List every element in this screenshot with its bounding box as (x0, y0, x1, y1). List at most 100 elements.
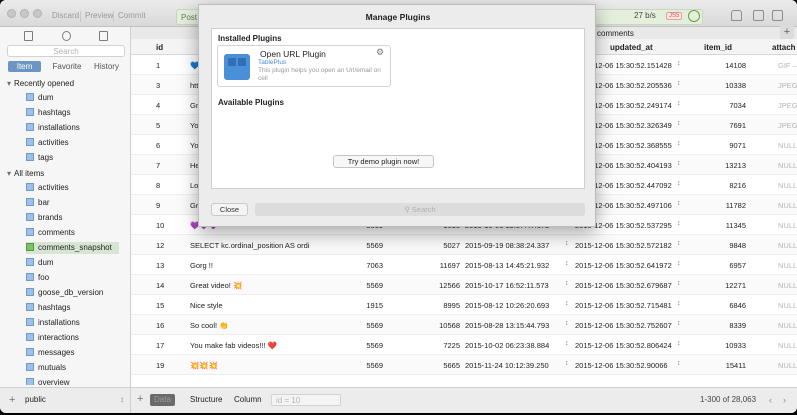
recently-opened-group[interactable]: Recently opened (7, 79, 74, 88)
table-cell-c3[interactable]: 11697 (420, 261, 460, 270)
table-cell-id[interactable]: 17 (156, 341, 176, 350)
table-cell-id[interactable]: 13 (156, 261, 176, 270)
column-header-updated-at[interactable]: updated_at (610, 43, 653, 52)
table-row[interactable]: 17 You make fab videos!!! ❤️ 5569 7225 2015-… (131, 335, 797, 355)
table-cell-c4[interactable]: 2015-08-12 10:26:20.693 (465, 301, 553, 310)
table-cell-c2[interactable]: 5569 (343, 341, 383, 350)
tab-data[interactable]: Data (150, 394, 175, 406)
table-cell-item[interactable]: 14108 (706, 61, 746, 70)
all-items-group[interactable]: All items (7, 169, 44, 178)
table-cell-c1[interactable]: So cool! 👏 (190, 321, 310, 330)
sidebar-item-comments[interactable]: comments (26, 227, 75, 239)
sidebar-item-activities[interactable]: activities (26, 137, 69, 149)
tab-history[interactable]: History (90, 61, 123, 72)
table-cell-id[interactable]: 1 (156, 61, 176, 70)
table-cell-item[interactable]: 12271 (706, 281, 746, 290)
table-cell-id[interactable]: 8 (156, 181, 176, 190)
table-cell-att[interactable]: NULL (778, 141, 797, 150)
table-cell-att[interactable]: JPEG – 74 KB (778, 121, 797, 130)
stepper-icon[interactable]: ↕ (565, 300, 569, 307)
table-cell-upd[interactable]: 2015-12-06 15:30:52.715481 (575, 301, 693, 310)
calendar-icon[interactable] (24, 31, 33, 41)
table-cell-id[interactable]: 10 (156, 221, 176, 230)
table-cell-item[interactable]: 7034 (706, 101, 746, 110)
lock-icon[interactable] (731, 10, 742, 21)
discard-button[interactable]: Discard (52, 11, 79, 20)
table-cell-c4[interactable]: 2015-10-17 16:52:11.573 (465, 281, 553, 290)
table-cell-c3[interactable]: 7225 (420, 341, 460, 350)
table-cell-c2[interactable]: 1915 (343, 301, 383, 310)
minimize-window-button[interactable] (20, 9, 29, 18)
sidebar-item-goose-db-version[interactable]: goose_db_version (26, 287, 103, 299)
sidebar-item-brands[interactable]: brands (26, 212, 62, 224)
table-cell-att[interactable]: NULL (778, 241, 797, 250)
table-row[interactable]: 15 Nice style 1915 8995 2015-08-12 10:26:20.… (131, 295, 797, 315)
table-cell-c2[interactable]: 7063 (343, 261, 383, 270)
panel-toggle-icon[interactable] (772, 10, 783, 21)
stepper-icon[interactable]: ↕ (677, 340, 681, 347)
add-icon[interactable]: + (9, 394, 15, 406)
table-cell-item[interactable]: 9071 (706, 141, 746, 150)
terminal-icon[interactable] (99, 31, 108, 41)
stepper-icon[interactable]: ↕ (677, 220, 681, 227)
schema-select[interactable]: public (22, 394, 127, 406)
table-cell-c4[interactable]: 2015-08-13 14:45:21.932 (465, 261, 553, 270)
table-cell-att[interactable]: NULL (778, 281, 797, 290)
table-cell-c1[interactable]: Great video! 💥 (190, 281, 310, 290)
table-cell-item[interactable]: 10338 (706, 81, 746, 90)
sidebar-item-overview[interactable]: overview (26, 377, 70, 385)
table-cell-att[interactable]: NULL (778, 221, 797, 230)
sidebar-item-mutuals[interactable]: mutuals (26, 362, 66, 374)
stepper-icon[interactable]: ↕ (565, 280, 569, 287)
table-cell-item[interactable]: 8216 (706, 181, 746, 190)
zoom-window-button[interactable] (33, 9, 42, 18)
tab-item[interactable]: Item (8, 61, 41, 72)
stepper-icon[interactable]: ↕ (677, 280, 681, 287)
table-cell-upd[interactable]: 2015-12-06 15:30:52.752607 (575, 321, 693, 330)
stepper-icon[interactable]: ↕ (565, 320, 569, 327)
plugin-search-input[interactable]: ⚲ Search (255, 203, 585, 216)
tab-comments[interactable]: comments (597, 29, 634, 38)
stepper-icon[interactable]: ↕ (677, 360, 681, 367)
stepper-icon[interactable]: ↕ (677, 60, 681, 67)
table-cell-item[interactable]: 8339 (706, 321, 746, 330)
sidebar-item-activities[interactable]: activities (26, 182, 69, 194)
table-cell-att[interactable]: NULL (778, 261, 797, 270)
table-cell-item[interactable]: 15411 (706, 361, 746, 370)
table-cell-upd[interactable]: 2015-12-06 15:30:52.572182 (575, 241, 693, 250)
preview-button[interactable]: Preview (85, 11, 113, 20)
sidebar-search-input[interactable]: Search (7, 45, 125, 57)
refresh-icon[interactable] (688, 10, 700, 22)
table-cell-att[interactable]: NULL (778, 181, 797, 190)
table-cell-c3[interactable]: 5665 (420, 361, 460, 370)
table-cell-id[interactable]: 5 (156, 121, 176, 130)
sidebar-item-dum[interactable]: dum (26, 92, 54, 104)
stepper-icon[interactable]: ↕ (565, 240, 569, 247)
table-cell-item[interactable]: 7691 (706, 121, 746, 130)
stepper-icon[interactable]: ↕ (677, 140, 681, 147)
table-cell-att[interactable]: NULL (778, 161, 797, 170)
filter-input[interactable]: id = 10 (271, 394, 341, 406)
sidebar-item-hashtags[interactable]: hashtags (26, 302, 70, 314)
table-cell-id[interactable]: 3 (156, 81, 176, 90)
column-header-id[interactable]: id (156, 43, 163, 52)
table-cell-c4[interactable]: 2015-11-24 10:12:39.250 (465, 361, 553, 370)
table-cell-item[interactable]: 9848 (706, 241, 746, 250)
database-icon[interactable] (62, 31, 71, 41)
stepper-icon[interactable]: ↕ (677, 320, 681, 327)
column-select[interactable]: Column (230, 394, 266, 406)
stepper-icon[interactable]: ↕ (677, 260, 681, 267)
table-cell-item[interactable]: 11345 (706, 221, 746, 230)
sidebar-item-installations[interactable]: installations (26, 122, 80, 134)
sidebar-item-hashtags[interactable]: hashtags (26, 107, 70, 119)
table-cell-item[interactable]: 6846 (706, 301, 746, 310)
column-header-item-id[interactable]: item_id (704, 43, 732, 52)
table-cell-id[interactable]: 7 (156, 161, 176, 170)
add-tab-icon[interactable]: + (780, 25, 794, 39)
previous-page-icon[interactable]: ‹ (769, 395, 772, 405)
stepper-icon[interactable]: ↕ (677, 240, 681, 247)
table-cell-upd[interactable]: 2015-12-06 15:30:52.679687 (575, 281, 693, 290)
table-cell-id[interactable]: 19 (156, 361, 176, 370)
table-cell-c1[interactable]: You make fab videos!!! ❤️ (190, 341, 310, 350)
table-cell-item[interactable]: 13213 (706, 161, 746, 170)
